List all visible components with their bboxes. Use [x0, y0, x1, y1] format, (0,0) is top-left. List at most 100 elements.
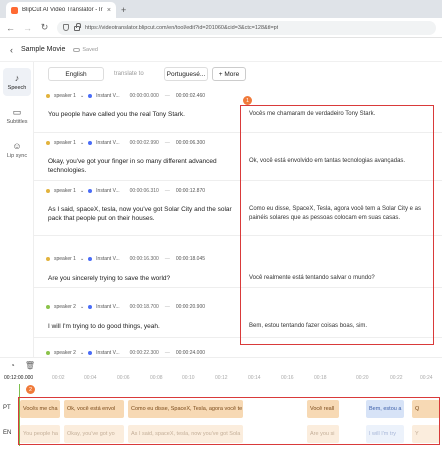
source-text[interactable]: As I said, spaceX, tesla, now you've got… — [48, 205, 238, 223]
source-text[interactable]: You people have called you the real Tony… — [48, 110, 238, 119]
playhead[interactable] — [19, 384, 20, 446]
timeline-clip[interactable]: Ok, você está envol — [64, 400, 124, 418]
sidebar-item-subtitles[interactable]: ▭ Subtitles — [3, 102, 31, 130]
back-nav-icon[interactable]: ← — [6, 23, 15, 33]
browser-tab[interactable]: BlipCut AI Video Translator - Ir × — [6, 2, 116, 18]
speaker-select[interactable]: speaker 1 — [54, 93, 76, 99]
saved-label: Saved — [82, 46, 98, 53]
start-time[interactable]: 00:00:02.990 — [130, 140, 159, 146]
ruler-tick: 00:08 — [150, 375, 163, 381]
end-time[interactable]: 00:00:18.045 — [176, 256, 205, 262]
speaker-select[interactable]: speaker 2 — [54, 350, 76, 356]
speaker-color-dot — [46, 94, 50, 98]
timeline-clip[interactable]: You people ha — [20, 425, 60, 443]
start-time[interactable]: 00:00:18.700 — [130, 304, 159, 310]
voice-dot — [88, 305, 93, 309]
track-label-pt: PT — [3, 405, 11, 411]
sidebar-item-lipsync[interactable]: ☺ Lip sync — [3, 136, 31, 164]
timeline-clip[interactable]: Are you si — [307, 425, 339, 443]
timeline-clip[interactable]: Okay, you've got yo — [64, 425, 124, 443]
sidebar-item-speech[interactable]: ♪ Speech — [3, 68, 31, 96]
timeline-clip[interactable]: Q — [412, 400, 440, 418]
voice-select[interactable]: Instant V... — [96, 304, 119, 310]
lock-icon — [74, 23, 81, 31]
subtitles-icon: ▭ — [12, 106, 22, 117]
segment-row[interactable]: speaker 2 ⌄ Instant V... 00:00:22.300 — … — [34, 338, 442, 356]
more-languages-button[interactable]: + More — [212, 67, 246, 81]
translated-text[interactable]: Bem, estou tentando fazer coisas boas, s… — [249, 322, 429, 331]
browser-tab-bar: BlipCut AI Video Translator - Ir × + — [0, 0, 442, 18]
segment-row[interactable]: speaker 1 ⌄ Instant V... 00:00:06.310 — … — [34, 181, 442, 236]
project-title[interactable]: Sample Movie — [21, 46, 65, 53]
translated-text[interactable]: Ok, você está envolvido em tantas tecnol… — [249, 157, 429, 166]
language-bar: English translate to Portuguesé... + Mor… — [34, 64, 442, 84]
translated-text[interactable]: Vocês me chamaram de verdadeiro Tony Sta… — [249, 110, 429, 119]
ruler-tick: 00:12 — [215, 375, 228, 381]
start-time[interactable]: 00:00:22.300 — [130, 350, 159, 356]
speaker-select[interactable]: speaker 1 — [54, 188, 76, 194]
source-text[interactable]: Are you sincerely trying to save the wor… — [48, 274, 238, 283]
end-time[interactable]: 00:00:12.870 — [176, 188, 205, 194]
segment-meta: speaker 1 ⌄ Instant V... 00:00:00.000 — … — [46, 91, 205, 101]
voice-dot — [88, 351, 93, 355]
segment-row[interactable]: speaker 1 ⌄ Instant V... 00:00:02.990 — … — [34, 133, 442, 181]
source-text[interactable]: Okay, you've got your finger in so many … — [48, 157, 238, 175]
voice-select[interactable]: Instant V... — [96, 140, 119, 146]
voice-select[interactable]: Instant V... — [96, 350, 119, 356]
chevron-down-icon: ⌄ — [79, 350, 85, 356]
speaker-select[interactable]: speaker 1 — [54, 256, 76, 262]
chevron-down-icon: ⌄ — [79, 256, 85, 262]
translated-text[interactable]: Você realmente está tentando salvar o mu… — [249, 274, 429, 283]
trash-icon[interactable]: 🗑 — [25, 361, 35, 370]
end-time[interactable]: 00:00:02.460 — [176, 93, 205, 99]
start-time[interactable]: 00:00:06.310 — [130, 188, 159, 194]
segment-meta: speaker 2 ⌄ Instant V... 00:00:22.300 — … — [46, 348, 205, 356]
ruler-tick: 00:14 — [248, 375, 261, 381]
track-label-en: EN — [3, 430, 12, 436]
target-language-dropdown[interactable]: Portuguesé... — [164, 67, 208, 81]
timeline-clip[interactable]: Como eu disse, SpaceX, Tesla, agora você… — [128, 400, 243, 418]
voice-dot — [88, 141, 93, 145]
segment-row[interactable]: speaker 1 ⌄ Instant V... 00:00:16.300 — … — [34, 236, 442, 288]
source-text[interactable]: I will I'm trying to do good things, yea… — [48, 322, 238, 331]
speed-icon[interactable]: ◔ — [10, 361, 15, 370]
timeline-toolbar: ◔ 🗑 — [0, 357, 442, 373]
end-time[interactable]: 00:00:24.000 — [176, 350, 205, 356]
timeline-clip[interactable]: As I said, spaceX, tesla, now you've got… — [128, 425, 243, 443]
end-time[interactable]: 00:00:20.900 — [176, 304, 205, 310]
voice-select[interactable]: Instant V... — [96, 188, 119, 194]
saved-status: Saved — [73, 47, 98, 53]
app-header: ‹ Sample Movie Saved — [0, 38, 442, 62]
source-language: English — [48, 67, 104, 81]
segment-row[interactable]: speaker 2 ⌄ Instant V... 00:00:18.700 — … — [34, 288, 442, 338]
chevron-down-icon: ⌄ — [79, 93, 85, 99]
timeline-clip[interactable]: Você reall — [307, 400, 339, 418]
end-time[interactable]: 00:00:06.300 — [176, 140, 205, 146]
speaker-color-dot — [46, 305, 50, 309]
new-tab-icon[interactable]: + — [121, 5, 126, 15]
url-field[interactable]: https://videotranslator.blipcut.com/en/t… — [57, 20, 436, 35]
chevron-down-icon: ⌄ — [79, 304, 85, 310]
translated-text[interactable]: Como eu disse, SpaceX, Tesla, agora você… — [249, 205, 429, 223]
ruler-tick: 00:20 — [356, 375, 369, 381]
start-time[interactable]: 00:00:00.000 — [130, 93, 159, 99]
voice-select[interactable]: Instant V... — [96, 256, 119, 262]
speaker-select[interactable]: speaker 1 — [54, 140, 76, 146]
timeline-clip[interactable]: Y — [412, 425, 440, 443]
voice-dot — [88, 94, 93, 98]
speaker-select[interactable]: speaker 2 — [54, 304, 76, 310]
timeline-clip[interactable]: Vocês me cha — [20, 400, 60, 418]
start-time[interactable]: 00:00:16.300 — [130, 256, 159, 262]
timeline-clip[interactable]: Bem, estou a — [366, 400, 404, 418]
back-arrow-icon[interactable]: ‹ — [10, 45, 13, 55]
segment-list: speaker 1 ⌄ Instant V... 00:00:00.000 — … — [34, 86, 442, 356]
close-tab-icon[interactable]: × — [107, 7, 111, 14]
forward-nav-icon[interactable]: → — [23, 23, 32, 33]
annotation-badge-2: 2 — [26, 385, 35, 394]
voice-select[interactable]: Instant V... — [96, 93, 119, 99]
segment-row[interactable]: speaker 1 ⌄ Instant V... 00:00:00.000 — … — [34, 86, 442, 133]
segment-meta: speaker 2 ⌄ Instant V... 00:00:18.700 — … — [46, 302, 205, 312]
timeline-clip[interactable]: I will I'm try — [366, 425, 404, 443]
reload-icon[interactable]: ↻ — [40, 22, 49, 33]
segment-meta: speaker 1 ⌄ Instant V... 00:00:16.300 — … — [46, 254, 205, 264]
